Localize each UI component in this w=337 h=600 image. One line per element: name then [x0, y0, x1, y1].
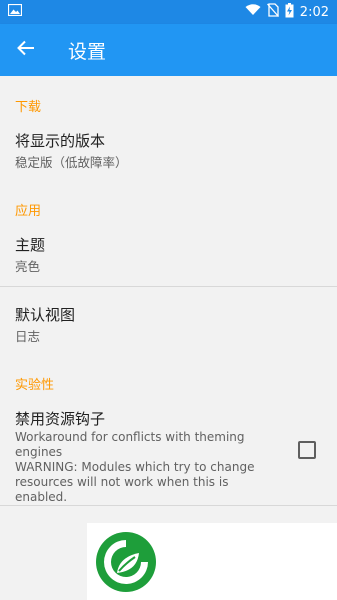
status-time: 2:02: [299, 4, 329, 20]
pref-version-title: 将显示的版本: [15, 132, 106, 150]
category-download: 下载: [15, 100, 42, 115]
disable-hooks-checkbox[interactable]: [298, 441, 316, 459]
summary-line: Workaround for conflicts with theming: [15, 430, 245, 444]
pref-theme-summary: 亮色: [15, 259, 41, 274]
leaf-logo-icon: [95, 531, 157, 593]
battery-charging-icon: [285, 2, 294, 22]
pref-theme[interactable]: 主题 亮色: [0, 224, 337, 286]
summary-line: engines: [15, 445, 63, 459]
pref-disable-hooks-summary: Workaround for conflicts with theming en…: [15, 430, 280, 505]
bottom-banner[interactable]: [87, 523, 337, 600]
divider: [0, 286, 337, 287]
pref-disable-hooks-title: 禁用资源钩子: [15, 410, 106, 428]
no-sim-icon: [266, 3, 279, 21]
arrow-back-icon: [17, 40, 35, 60]
summary-line: resources will not work when this is ena…: [15, 475, 229, 504]
wifi-icon: [245, 4, 261, 20]
category-experimental: 实验性: [15, 378, 55, 393]
pref-version[interactable]: 将显示的版本 稳定版（低故障率）: [0, 120, 337, 182]
summary-line: WARNING: Modules which try to change: [15, 460, 255, 474]
category-app: 应用: [15, 204, 42, 219]
divider: [0, 505, 337, 506]
pref-version-summary: 稳定版（低故障率）: [15, 155, 128, 170]
back-button[interactable]: [0, 24, 52, 76]
status-bar: 2:02: [0, 0, 337, 24]
pref-default-view[interactable]: 默认视图 日志: [0, 294, 337, 356]
pref-default-view-summary: 日志: [15, 329, 41, 344]
page-title: 设置: [68, 40, 107, 63]
app-bar: 设置: [0, 24, 337, 76]
pref-default-view-title: 默认视图: [15, 306, 76, 324]
pref-disable-resource-hooks[interactable]: 禁用资源钩子 Workaround for conflicts with the…: [0, 398, 337, 504]
settings-list: 下载 将显示的版本 稳定版（低故障率） 应用 主题 亮色 默认视图 日志 实验性…: [0, 76, 337, 600]
pref-theme-title: 主题: [15, 236, 46, 254]
image-icon: [7, 3, 23, 20]
